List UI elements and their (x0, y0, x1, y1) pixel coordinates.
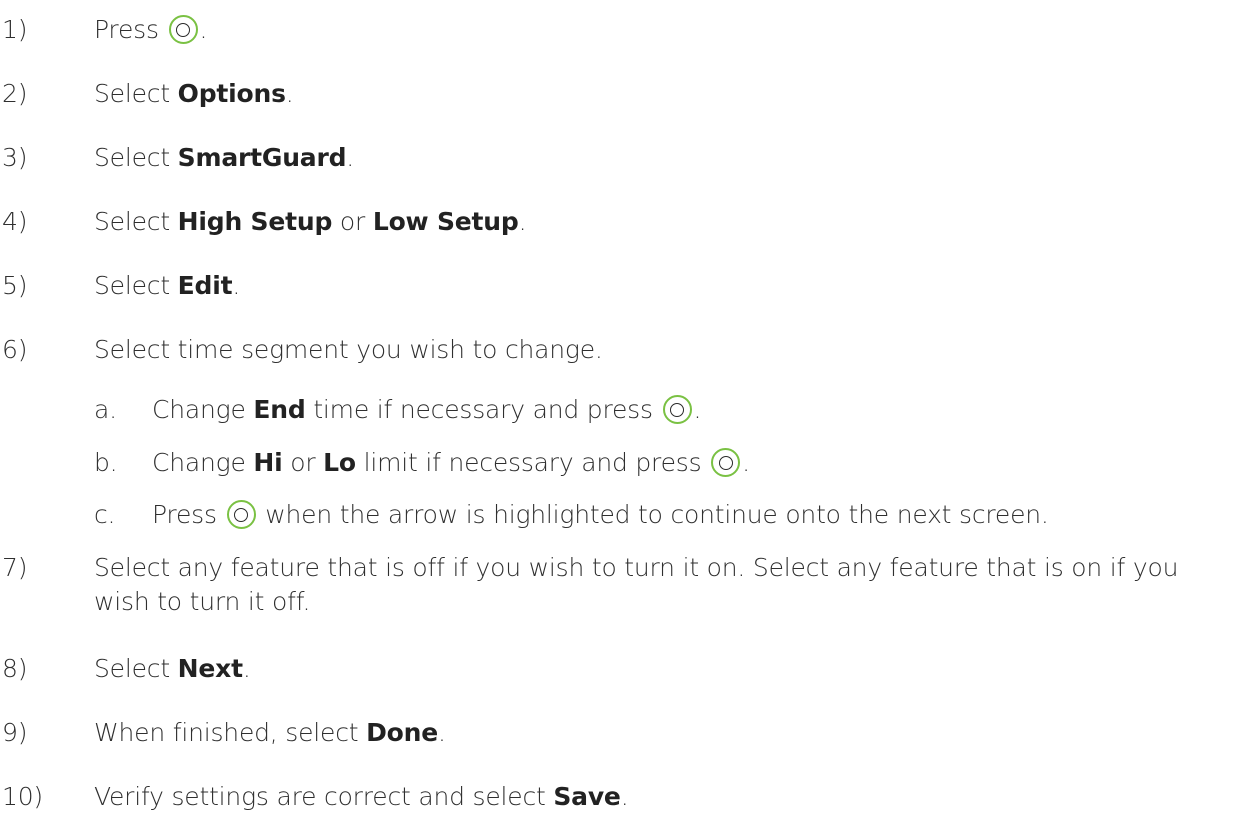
step-number: 6) (2, 335, 28, 364)
step-number: 4) (2, 207, 28, 236)
step-number: 2) (2, 79, 28, 108)
ui-term: Save (553, 782, 621, 811)
ui-term: Next (177, 654, 243, 683)
step-number: c. (94, 500, 116, 529)
step-number: 3) (2, 143, 28, 172)
step-text: Select time segment you wish to change. (94, 335, 603, 364)
step-number: 5) (2, 271, 28, 300)
instruction-document: 1) Press . 2) Select Options. 3) Select … (0, 0, 1240, 836)
ui-term: Edit (177, 271, 233, 300)
step-number: a. (94, 395, 117, 424)
ui-term: High Setup (177, 207, 333, 236)
ui-term: Options (177, 79, 286, 108)
step-text: Change Hi or Lo limit if necessary and p… (152, 448, 750, 477)
select-button-icon (662, 395, 692, 424)
ui-term: SmartGuard (177, 143, 347, 172)
step-number: 8) (2, 654, 28, 683)
step-text: Select High Setup or Low Setup. (94, 207, 527, 236)
step-number: 7) (2, 553, 28, 582)
select-button-icon (226, 500, 256, 529)
step-text: When finished, select Done. (94, 718, 446, 747)
ui-term: Done (366, 718, 439, 747)
step-number: 1) (2, 15, 28, 44)
select-button-icon (711, 448, 741, 477)
step-number: 10) (2, 782, 43, 811)
ui-term: End (253, 395, 306, 424)
step-text: Select Next. (94, 654, 251, 683)
ui-term: Low Setup (372, 207, 519, 236)
step-number: 9) (2, 718, 28, 747)
step-text: Change End time if necessary and press . (152, 395, 702, 424)
ui-term: Hi (253, 448, 283, 477)
step-text: Select any feature that is off if you wi… (94, 553, 1179, 616)
ui-term: Lo (323, 448, 356, 477)
step-text: Select SmartGuard. (94, 143, 355, 172)
step-number: b. (94, 448, 118, 477)
step-text: Press when the arrow is highlighted to c… (152, 500, 1049, 529)
step-text: Select Options. (94, 79, 294, 108)
step-text: Select Edit. (94, 271, 241, 300)
step-text: Press . (94, 15, 208, 44)
step-text: Verify settings are correct and select S… (94, 782, 629, 811)
select-button-icon (168, 15, 198, 44)
